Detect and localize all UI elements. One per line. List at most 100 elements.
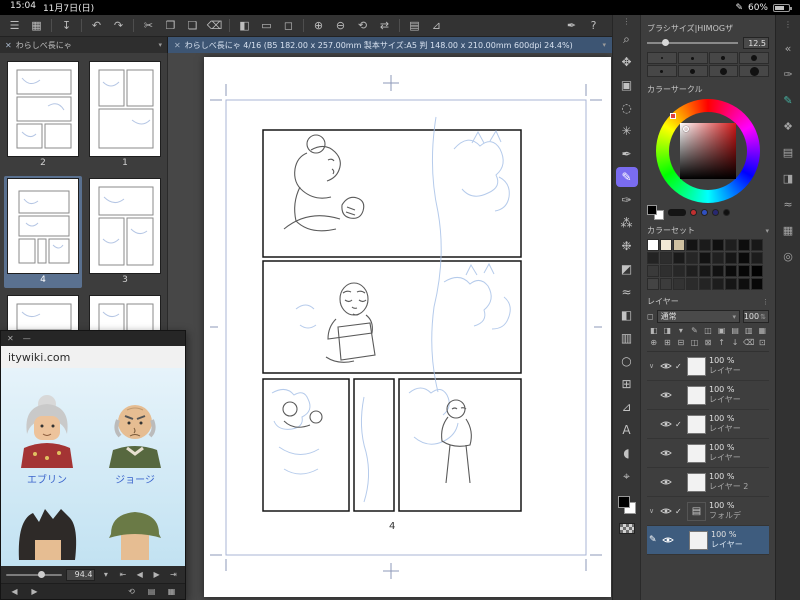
- visibility-eye-icon[interactable]: [659, 420, 672, 428]
- color-swatch[interactable]: [751, 252, 763, 264]
- quick-color-navy[interactable]: [712, 209, 719, 216]
- page-thumbnail[interactable]: 2: [4, 59, 82, 171]
- layer-action-icon[interactable]: ▾: [674, 326, 688, 335]
- layer-action-icon[interactable]: ◨: [661, 326, 675, 335]
- check-icon[interactable]: ✓: [675, 507, 684, 516]
- layer-action-icon[interactable]: ⊕: [647, 338, 661, 347]
- layer-folder-row[interactable]: ∨ ✓ ▤ 100 % フォルデ: [647, 497, 769, 526]
- brush-size-preset[interactable]: [739, 65, 769, 77]
- color-swatch[interactable]: [647, 239, 659, 251]
- chevron-down-icon[interactable]: ▾: [602, 41, 606, 49]
- visibility-eye-icon[interactable]: [659, 507, 672, 515]
- tool-ruler[interactable]: ⊿: [616, 397, 638, 417]
- page-manager-tab[interactable]: ✕ わらしべ長にゃ ▾: [0, 37, 168, 53]
- sv-cursor[interactable]: [683, 126, 689, 132]
- cut-icon[interactable]: ✂: [138, 17, 159, 35]
- visibility-eye-icon[interactable]: [661, 536, 674, 544]
- layer-action-icon[interactable]: ↑: [715, 338, 729, 347]
- layer-action-icon[interactable]: ⊞: [661, 338, 675, 347]
- color-swatch[interactable]: [738, 265, 750, 277]
- color-swatch[interactable]: [660, 252, 672, 264]
- page-thumbnail-selected[interactable]: 4: [4, 175, 82, 288]
- next-icon[interactable]: ▶: [150, 570, 163, 579]
- layer-action-icon[interactable]: ✎: [688, 326, 702, 335]
- color-swatch[interactable]: [686, 278, 698, 290]
- dock-handle-icon[interactable]: ⋮: [784, 20, 792, 29]
- color-swatch[interactable]: [738, 239, 750, 251]
- layer-action-icon[interactable]: ▤: [728, 326, 742, 335]
- layer-action-icon[interactable]: ◧: [647, 326, 661, 335]
- page-thumbnail[interactable]: 1: [86, 59, 164, 171]
- manga-page[interactable]: 4: [204, 57, 611, 597]
- page-thumbnail-image[interactable]: [89, 61, 161, 157]
- tool-eraser[interactable]: ◩: [616, 259, 638, 279]
- layer-opacity-input[interactable]: 100 ⇅: [743, 310, 769, 323]
- chevron-down-icon[interactable]: ▾: [765, 227, 769, 235]
- tool-pencil-selected[interactable]: ✎: [615, 167, 638, 187]
- color-swatch[interactable]: [647, 265, 659, 277]
- layer-action-icon[interactable]: ⊠: [701, 338, 715, 347]
- layer-thumbnail[interactable]: [687, 414, 706, 434]
- list-icon[interactable]: ▤: [145, 587, 158, 596]
- layer-thumbnail[interactable]: [689, 530, 708, 550]
- color-swatch[interactable]: [660, 278, 672, 290]
- color-swatch[interactable]: [699, 278, 711, 290]
- list-palette-icon[interactable]: ▤: [783, 146, 793, 159]
- blend-palette-icon[interactable]: ≈: [783, 198, 792, 211]
- property-palette-icon[interactable]: ❖: [783, 120, 793, 133]
- pen-settings-icon[interactable]: ✒: [561, 17, 582, 35]
- menu-icon[interactable]: ☰: [4, 17, 25, 35]
- tool-selection[interactable]: ◌: [616, 98, 638, 118]
- color-swatch[interactable]: [673, 265, 685, 277]
- layer-row[interactable]: 100 % レイヤー: [647, 381, 769, 410]
- brush-size-slider[interactable]: [647, 39, 738, 46]
- layer-row[interactable]: 100 % レイヤー: [647, 439, 769, 468]
- tool-fill[interactable]: ◧: [616, 305, 638, 325]
- color-swatch[interactable]: [712, 265, 724, 277]
- check-icon[interactable]: ✓: [675, 420, 684, 429]
- deselect-icon[interactable]: ◻: [278, 17, 299, 35]
- color-swatch[interactable]: [712, 278, 724, 290]
- paste-icon[interactable]: ❏: [182, 17, 203, 35]
- layer-thumbnail[interactable]: [687, 356, 706, 376]
- close-icon[interactable]: ✕: [174, 41, 181, 50]
- expander-icon[interactable]: ∨: [649, 507, 656, 515]
- brush-size-preset[interactable]: [708, 65, 739, 77]
- check-icon[interactable]: ✓: [675, 362, 684, 371]
- refresh-icon[interactable]: ⟲: [125, 587, 138, 596]
- navigator-palette-icon[interactable]: ◎: [783, 250, 793, 263]
- brush-size-preset[interactable]: [708, 52, 739, 64]
- layer-action-icon[interactable]: ⌫: [742, 338, 756, 347]
- layer-thumbnail[interactable]: [687, 443, 706, 463]
- color-swatch[interactable]: [699, 239, 711, 251]
- page-thumbnail-image[interactable]: [7, 61, 79, 157]
- layer-row[interactable]: ✓ 100 % レイヤー: [647, 410, 769, 439]
- visibility-eye-icon[interactable]: [659, 449, 672, 457]
- zoom-slider[interactable]: [6, 570, 62, 578]
- rotate-icon[interactable]: ⟲: [352, 17, 373, 35]
- grid-icon[interactable]: ▦: [165, 587, 178, 596]
- folder-icon[interactable]: ▤: [687, 501, 706, 521]
- tool-auto-select[interactable]: ✳: [616, 121, 638, 141]
- grid-icon[interactable]: ▤: [404, 17, 425, 35]
- collapse-icon[interactable]: «: [785, 42, 792, 55]
- brush-size-preset[interactable]: [677, 65, 708, 77]
- zoom-in-icon[interactable]: ⊕: [308, 17, 329, 35]
- brush-size-preset[interactable]: [677, 52, 708, 64]
- visibility-eye-icon[interactable]: [659, 391, 672, 399]
- fill-icon[interactable]: ◧: [234, 17, 255, 35]
- color-swatch[interactable]: [660, 239, 672, 251]
- transparent-color-chip[interactable]: [618, 523, 635, 534]
- foreground-color-chip[interactable]: [617, 496, 630, 508]
- tool-text[interactable]: A: [616, 420, 638, 440]
- tool-gradient[interactable]: ▥: [616, 328, 638, 348]
- color-swatch[interactable]: [647, 278, 659, 290]
- current-colors[interactable]: [647, 205, 664, 220]
- subtool-palette-icon[interactable]: ✎: [783, 94, 792, 107]
- page-thumbnail-image[interactable]: [7, 177, 79, 274]
- color-swatch[interactable]: [699, 265, 711, 277]
- tool-balloon[interactable]: ◖: [616, 443, 638, 463]
- color-swatch[interactable]: [712, 252, 724, 264]
- color-swatch[interactable]: [673, 252, 685, 264]
- quick-color-black[interactable]: [723, 209, 730, 216]
